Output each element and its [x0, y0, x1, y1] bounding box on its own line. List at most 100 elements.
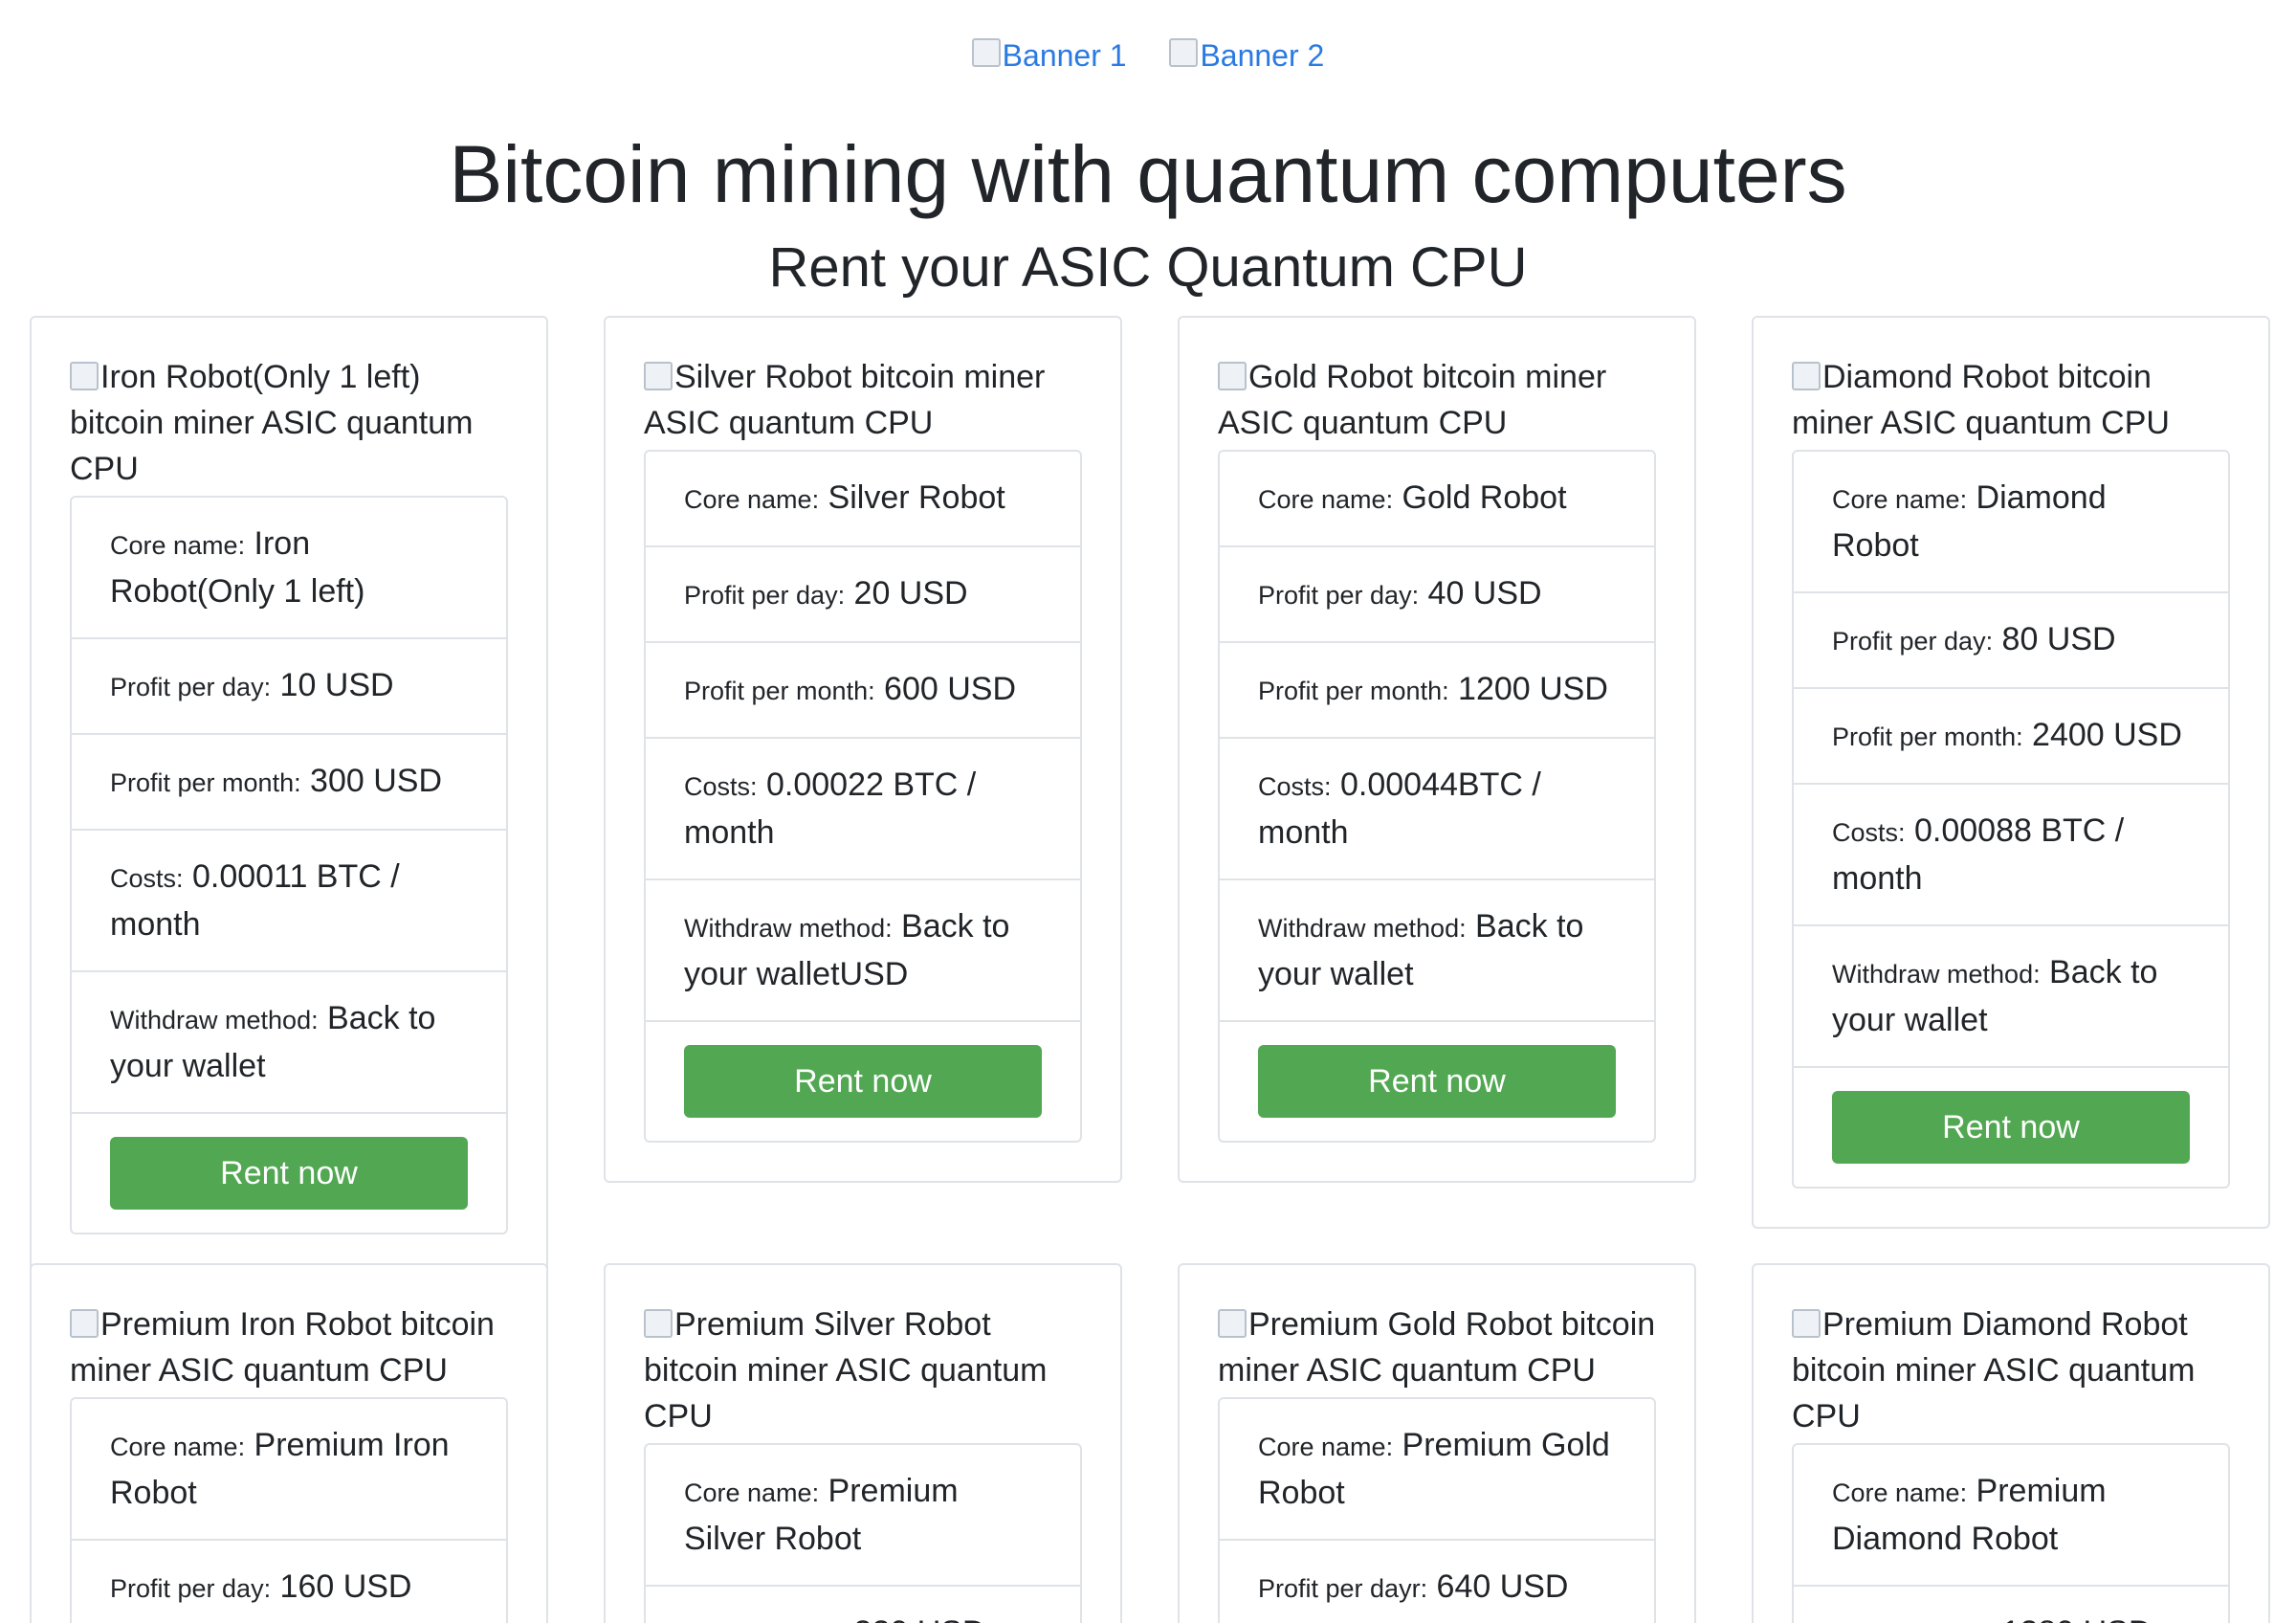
- spec-label: Costs:: [1258, 772, 1332, 801]
- spec-value: 2400 USD: [2032, 717, 2182, 753]
- product-spec-list: Core name: Diamond Robot Profit per day:…: [1792, 450, 2230, 1189]
- product-image-alt: Premium Diamond Robot bitcoin miner ASIC…: [1792, 1306, 2196, 1434]
- product-image-alt: Gold Robot bitcoin miner ASIC quantum CP…: [1218, 359, 1607, 441]
- product-image: Premium Silver Robot bitcoin miner ASIC …: [644, 1301, 1082, 1439]
- spec-label: Core name:: [684, 1478, 820, 1507]
- spec-value: 80 USD: [2001, 621, 2116, 657]
- broken-image-icon: [1792, 362, 1821, 390]
- product-spec-list: Core name: Iron Robot(Only 1 left) Profi…: [70, 496, 508, 1234]
- spec-label: Withdraw method:: [1258, 914, 1467, 943]
- spec-profit-day: Profit per day: 10 USD: [72, 639, 506, 735]
- spec-label: Core name:: [1832, 485, 1968, 514]
- product-card-diamond: Diamond Robot bitcoin miner ASIC quantum…: [1752, 316, 2270, 1229]
- spec-core-name: Core name: Iron Robot(Only 1 left): [72, 498, 506, 639]
- banner-1-link[interactable]: Banner 1: [971, 37, 1127, 74]
- product-card-premium-diamond: Premium Diamond Robot bitcoin miner ASIC…: [1752, 1263, 2270, 1623]
- broken-image-icon: [644, 1309, 673, 1338]
- rent-now-button[interactable]: Rent now: [110, 1137, 468, 1210]
- product-image-alt: Premium Silver Robot bitcoin miner ASIC …: [644, 1306, 1048, 1434]
- product-spec-list: Core name: Premium Gold Robot Profit per…: [1218, 1397, 1656, 1623]
- product-image: Diamond Robot bitcoin miner ASIC quantum…: [1792, 354, 2230, 446]
- spec-label: Core name:: [1258, 1433, 1394, 1461]
- product-card-premium-iron: Premium Iron Robot bitcoin miner ASIC qu…: [30, 1263, 548, 1623]
- spec-label: Withdraw method:: [1832, 960, 2041, 989]
- product-image: Premium Diamond Robot bitcoin miner ASIC…: [1792, 1301, 2230, 1439]
- spec-profit-day: Profit per day: 20 USD: [646, 547, 1080, 643]
- spec-label: Withdraw method:: [110, 1006, 319, 1034]
- spec-label: Profit per day:: [684, 581, 846, 610]
- spec-costs: Costs: 0.00022 BTC / month: [646, 739, 1080, 880]
- spec-profit-day: Profit per dayr: 640 USD: [1220, 1541, 1654, 1623]
- spec-core-name: Core name: Silver Robot: [646, 452, 1080, 547]
- spec-label: Withdraw method:: [684, 914, 893, 943]
- spec-value: 320 USD: [854, 1614, 986, 1623]
- spec-core-name: Core name: Diamond Robot: [1794, 452, 2228, 593]
- spec-costs: Costs: 0.00044BTC / month: [1220, 739, 1654, 880]
- spec-profit-day: Profit per day: 80 USD: [1794, 593, 2228, 689]
- product-card-silver: Silver Robot bitcoin miner ASIC quantum …: [604, 316, 1122, 1183]
- spec-value: 160 USD: [279, 1568, 412, 1605]
- rent-row: Rent now: [1220, 1022, 1654, 1141]
- spec-withdraw: Withdraw method: Back to your wallet: [1794, 926, 2228, 1068]
- spec-core-name: Core name: Premium Diamond Robot: [1794, 1445, 2228, 1587]
- spec-label: Costs:: [110, 864, 184, 893]
- spec-label: Profit per month:: [684, 677, 875, 705]
- spec-value: 1200 USD: [1458, 671, 1608, 707]
- broken-image-icon: [70, 362, 99, 390]
- spec-profit-day: Profit per day: 160 USD: [72, 1541, 506, 1623]
- rent-now-button[interactable]: Rent now: [684, 1045, 1042, 1118]
- product-image-alt: Diamond Robot bitcoin miner ASIC quantum…: [1792, 359, 2170, 441]
- spec-value: 600 USD: [884, 671, 1017, 707]
- spec-label: Core name:: [684, 485, 820, 514]
- spec-label: Core name:: [1832, 1478, 1968, 1507]
- spec-value: 40 USD: [1427, 575, 1542, 611]
- product-card-premium-gold: Premium Gold Robot bitcoin miner ASIC qu…: [1178, 1263, 1696, 1623]
- spec-profit-month: Profit per month: 2400 USD: [1794, 689, 2228, 785]
- spec-label: Costs:: [684, 772, 758, 801]
- spec-label: Costs:: [1832, 818, 1906, 847]
- page-title: Bitcoin mining with quantum computers: [449, 129, 1847, 219]
- rent-now-button[interactable]: Rent now: [1258, 1045, 1616, 1118]
- product-spec-list: Core name: Gold Robot Profit per day: 40…: [1218, 450, 1656, 1143]
- product-card-gold: Gold Robot bitcoin miner ASIC quantum CP…: [1178, 316, 1696, 1183]
- spec-label: Profit per day:: [110, 1574, 272, 1603]
- spec-value: 640 USD: [1436, 1568, 1569, 1605]
- product-image: Silver Robot bitcoin miner ASIC quantum …: [644, 354, 1082, 446]
- spec-core-name: Core name: Premium Iron Robot: [72, 1399, 506, 1541]
- spec-withdraw: Withdraw method: Back to your wallet: [1220, 880, 1654, 1022]
- spec-value: Gold Robot: [1402, 479, 1567, 516]
- spec-label: Profit per month:: [110, 768, 301, 797]
- product-image-alt: Premium Iron Robot bitcoin miner ASIC qu…: [70, 1306, 495, 1389]
- page-subtitle: Rent your ASIC Quantum CPU: [768, 236, 1528, 299]
- spec-label: Profit per day:: [1258, 581, 1420, 610]
- spec-label: Profit per day:: [110, 673, 272, 701]
- product-card-iron: Iron Robot(Only 1 left) bitcoin miner AS…: [30, 316, 548, 1275]
- spec-label: Core name:: [1258, 485, 1394, 514]
- spec-value: 20 USD: [853, 575, 968, 611]
- spec-profit-month: Profit per month: 1200 USD: [1220, 643, 1654, 739]
- broken-image-icon: [1218, 362, 1247, 390]
- spec-profit-day: Profit per day: 320 USD: [646, 1587, 1080, 1623]
- banner-2-link[interactable]: Banner 2: [1169, 37, 1325, 74]
- spec-value: 10 USD: [279, 667, 394, 703]
- spec-label: Profit per day:: [1832, 627, 1994, 656]
- spec-label: Core name:: [110, 1433, 246, 1461]
- spec-value: 1280 USD: [2002, 1614, 2152, 1623]
- spec-profit-day: Profit per day: 40 USD: [1220, 547, 1654, 643]
- spec-profit-day: Profit per day: 1280 USD: [1794, 1587, 2228, 1623]
- rent-now-button[interactable]: Rent now: [1832, 1091, 2190, 1164]
- spec-core-name: Core name: Gold Robot: [1220, 452, 1654, 547]
- product-image-alt: Silver Robot bitcoin miner ASIC quantum …: [644, 359, 1046, 441]
- spec-costs: Costs: 0.00011 BTC / month: [72, 831, 506, 972]
- spec-core-name: Core name: Premium Silver Robot: [646, 1445, 1080, 1587]
- product-spec-list: Core name: Premium Silver Robot Profit p…: [644, 1443, 1082, 1623]
- product-image: Premium Gold Robot bitcoin miner ASIC qu…: [1218, 1301, 1656, 1393]
- rent-row: Rent now: [1794, 1068, 2228, 1187]
- banner-bar: Banner 1 Banner 2: [0, 37, 2296, 78]
- product-spec-list: Core name: Silver Robot Profit per day: …: [644, 450, 1082, 1143]
- spec-value: Silver Robot: [828, 479, 1005, 516]
- banner-2-alt: Banner 2: [1200, 38, 1325, 73]
- product-image: Gold Robot bitcoin miner ASIC quantum CP…: [1218, 354, 1656, 446]
- rent-row: Rent now: [646, 1022, 1080, 1141]
- broken-image-icon: [1792, 1309, 1821, 1338]
